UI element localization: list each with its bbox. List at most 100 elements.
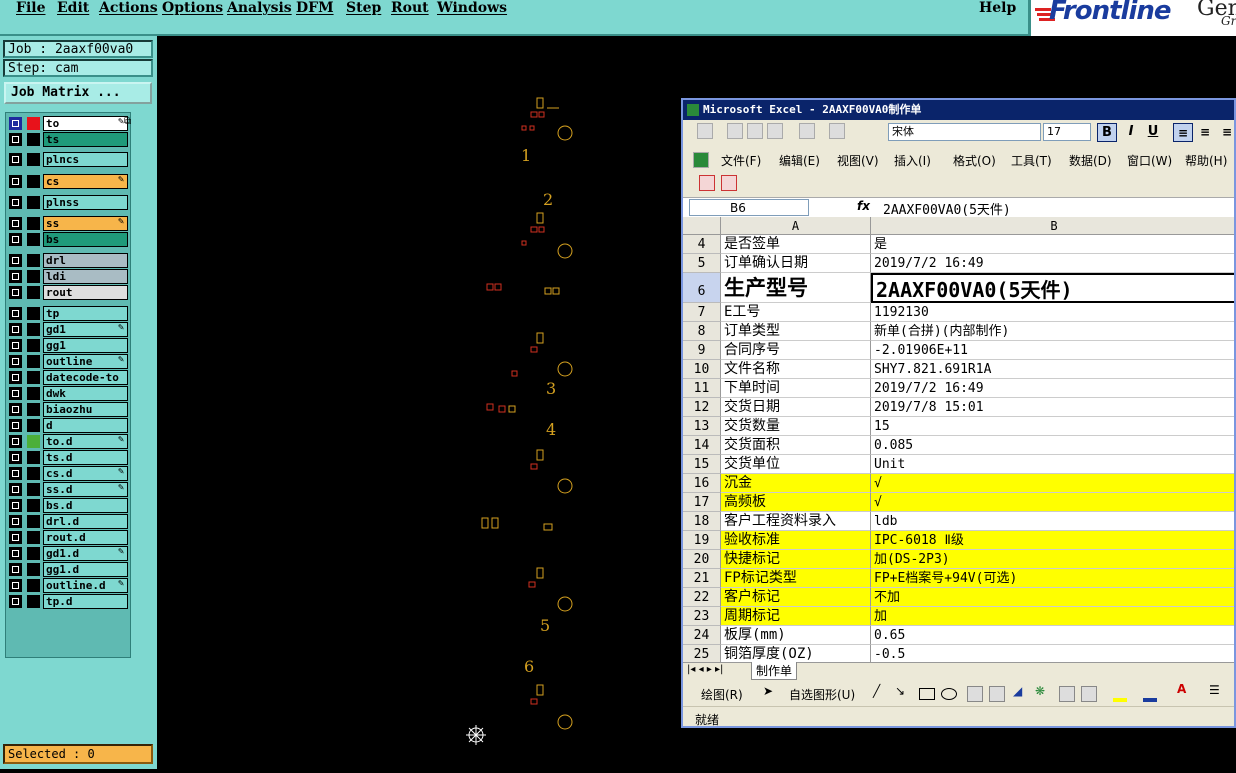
menu-step[interactable]: Step: [346, 0, 381, 16]
cell-a[interactable]: 客户工程资料录入: [721, 512, 871, 531]
layer-checkbox[interactable]: [9, 270, 22, 283]
layer-color-swatch[interactable]: [27, 175, 40, 188]
layer-checkbox[interactable]: [9, 339, 22, 352]
cell-a[interactable]: 订单类型: [721, 322, 871, 341]
layer-color-swatch[interactable]: [27, 217, 40, 230]
excel-menu-window[interactable]: 窗口(W): [1127, 152, 1172, 169]
pdf-icon[interactable]: [721, 175, 737, 191]
cell-a[interactable]: 合同序号: [721, 341, 871, 360]
layer-color-swatch[interactable]: [27, 307, 40, 320]
cell-b[interactable]: √: [871, 493, 1234, 512]
line-icon[interactable]: ╱: [873, 684, 880, 698]
cell-b[interactable]: FP+E档案号+94V(可选): [871, 569, 1234, 588]
layer-color-swatch[interactable]: [27, 270, 40, 283]
layer-row[interactable]: cs.d ✎: [6, 466, 130, 481]
layer-color-swatch[interactable]: [27, 196, 40, 209]
layer-checkbox[interactable]: [9, 355, 22, 368]
row-header[interactable]: 6: [683, 273, 721, 303]
cell-b[interactable]: 加(DS-2P3): [871, 550, 1234, 569]
menu-rout[interactable]: Rout: [391, 0, 429, 16]
corner-header[interactable]: [683, 217, 721, 235]
layer-row[interactable]: gd1.d ✎: [6, 546, 130, 561]
menu-analysis[interactable]: Analysis: [227, 0, 292, 16]
layer-name[interactable]: tp.d: [43, 594, 128, 609]
cell-a[interactable]: 周期标记: [721, 607, 871, 626]
layer-name[interactable]: biaozhu: [43, 402, 128, 417]
layer-checkbox[interactable]: [9, 217, 22, 230]
bold-button[interactable]: B: [1097, 123, 1117, 142]
row-header[interactable]: 8: [683, 322, 721, 341]
layer-row[interactable]: outline ✎: [6, 354, 130, 369]
layer-checkbox[interactable]: [9, 483, 22, 496]
menu-edit[interactable]: Edit: [57, 0, 89, 16]
layer-name[interactable]: bs.d: [43, 498, 128, 513]
layer-row[interactable]: datecode-to: [6, 370, 130, 385]
cell-a[interactable]: 客户标记: [721, 588, 871, 607]
cell-b[interactable]: -0.5: [871, 645, 1234, 662]
cell-a[interactable]: 铜箔厚度(OZ): [721, 645, 871, 662]
cell-b[interactable]: 加: [871, 607, 1234, 626]
layer-row[interactable]: rout.d: [6, 530, 130, 545]
layer-checkbox[interactable]: [9, 175, 22, 188]
row-header[interactable]: 21: [683, 569, 721, 588]
layer-name[interactable]: gd1: [43, 322, 128, 337]
cell-a[interactable]: 是否签单: [721, 235, 871, 254]
layer-checkbox[interactable]: [9, 451, 22, 464]
layer-color-swatch[interactable]: [27, 403, 40, 416]
layer-row[interactable]: drl: [6, 253, 130, 268]
layer-color-swatch[interactable]: [27, 133, 40, 146]
sheet-tab[interactable]: 制作单: [751, 662, 798, 680]
layer-checkbox[interactable]: [9, 233, 22, 246]
layer-checkbox[interactable]: [9, 133, 22, 146]
row-header[interactable]: 13: [683, 417, 721, 436]
layer-name[interactable]: ldi: [43, 269, 128, 284]
layer-row[interactable]: rout: [6, 285, 130, 300]
clipart-icon[interactable]: [1059, 686, 1075, 702]
cell-b[interactable]: √: [871, 474, 1234, 493]
layer-name[interactable]: datecode-to: [43, 370, 128, 385]
oval-icon[interactable]: [941, 688, 957, 700]
name-box[interactable]: B6: [689, 199, 809, 216]
cell-a[interactable]: 生产型号: [721, 273, 871, 303]
layer-checkbox[interactable]: [9, 467, 22, 480]
layer-name[interactable]: cs: [43, 174, 128, 189]
layer-row[interactable]: dwk: [6, 386, 130, 401]
fill-color-icon[interactable]: ◢: [1013, 684, 1022, 698]
textbox-icon[interactable]: [967, 686, 983, 702]
layer-color-swatch[interactable]: [27, 499, 40, 512]
rectangle-icon[interactable]: [919, 688, 935, 700]
layer-name[interactable]: plnss: [43, 195, 128, 210]
layer-checkbox[interactable]: [9, 547, 22, 560]
font-size-select[interactable]: 17: [1043, 123, 1091, 141]
row-header[interactable]: 7: [683, 303, 721, 322]
row-header[interactable]: 20: [683, 550, 721, 569]
row-header[interactable]: 12: [683, 398, 721, 417]
wordart-icon[interactable]: [989, 686, 1005, 702]
layer-color-swatch[interactable]: [27, 254, 40, 267]
layer-row[interactable]: biaozhu: [6, 402, 130, 417]
layer-color-swatch[interactable]: [27, 153, 40, 166]
layer-row[interactable]: ts.d: [6, 450, 130, 465]
row-header[interactable]: 24: [683, 626, 721, 645]
row-header[interactable]: 15: [683, 455, 721, 474]
layer-row[interactable]: tp: [6, 306, 130, 321]
layer-color-swatch[interactable]: [27, 339, 40, 352]
row-header[interactable]: 17: [683, 493, 721, 512]
layer-checkbox[interactable]: [9, 286, 22, 299]
layer-row[interactable]: tp.d: [6, 594, 130, 609]
spreadsheet-grid[interactable]: A B 4 是否签单是 5 订单确认日期 2019/7/2 16:49 6 生产型号 2AAX…: [683, 217, 1234, 662]
layer-checkbox[interactable]: [9, 307, 22, 320]
cell-a[interactable]: 交货数量: [721, 417, 871, 436]
cell-b[interactable]: IPC-6018 Ⅱ级: [871, 531, 1234, 550]
layer-row[interactable]: drl.d: [6, 514, 130, 529]
row-header[interactable]: 5: [683, 254, 721, 273]
cell-b[interactable]: ldb: [871, 512, 1234, 531]
row-header[interactable]: 18: [683, 512, 721, 531]
layer-name[interactable]: drl.d: [43, 514, 128, 529]
layer-checkbox[interactable]: [9, 579, 22, 592]
layer-name[interactable]: ss: [43, 216, 128, 231]
layer-row[interactable]: to.d ✎: [6, 434, 130, 449]
toolbar-icon[interactable]: [747, 123, 763, 139]
layer-checkbox[interactable]: [9, 435, 22, 448]
layer-color-swatch[interactable]: [27, 483, 40, 496]
